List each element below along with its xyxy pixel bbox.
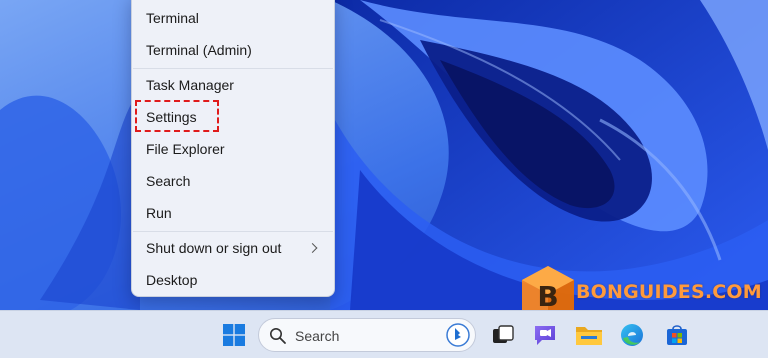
store-icon [667,325,687,345]
menu-item-search[interactable]: Search [136,166,330,196]
menu-separator [133,231,333,232]
edge-icon [621,324,643,346]
taskbar: Search [0,310,768,358]
search-icon [270,328,286,344]
menu-item-shut-down[interactable]: Shut down or sign out [136,233,330,263]
chevron-right-icon [307,243,318,253]
menu-item-label: Task Manager [146,77,234,93]
watermark-text: BONGUIDES.COM [576,281,762,303]
edge-button[interactable] [617,320,647,350]
svg-text:B: B [537,280,558,313]
start-button[interactable] [218,319,250,351]
winx-context-menu: Terminal Terminal (Admin) Task Manager S… [131,0,335,297]
menu-item-label: Desktop [146,272,198,288]
menu-item-task-manager[interactable]: Task Manager [136,70,330,100]
menu-item-label: Shut down or sign out [146,240,282,256]
menu-item-settings[interactable]: Settings [136,102,330,132]
menu-item-desktop[interactable]: Desktop [136,265,330,295]
menu-item-label: Terminal (Admin) [146,42,252,58]
menu-separator [133,68,333,69]
menu-item-file-explorer[interactable]: File Explorer [136,134,330,164]
windows-logo-icon [223,324,245,346]
menu-item-label: Terminal [146,10,199,26]
menu-item-label: Run [146,205,172,221]
file-explorer-button[interactable] [574,320,604,350]
menu-item-terminal-admin[interactable]: Terminal (Admin) [136,35,330,65]
menu-item-label: File Explorer [146,141,225,157]
chat-icon [535,326,555,345]
chat-button[interactable] [530,320,560,350]
search-placeholder: Search [295,328,340,344]
taskbar-search-box[interactable]: Search [258,318,476,352]
bing-icon[interactable] [445,322,471,348]
menu-item-terminal[interactable]: Terminal [136,3,330,33]
task-view-icon [493,325,514,343]
menu-item-label: Settings [146,109,197,125]
menu-item-label: Search [146,173,191,189]
store-button[interactable] [662,320,692,350]
task-view-button[interactable] [488,320,518,350]
menu-item-run[interactable]: Run [136,198,330,228]
file-explorer-icon [576,327,602,345]
